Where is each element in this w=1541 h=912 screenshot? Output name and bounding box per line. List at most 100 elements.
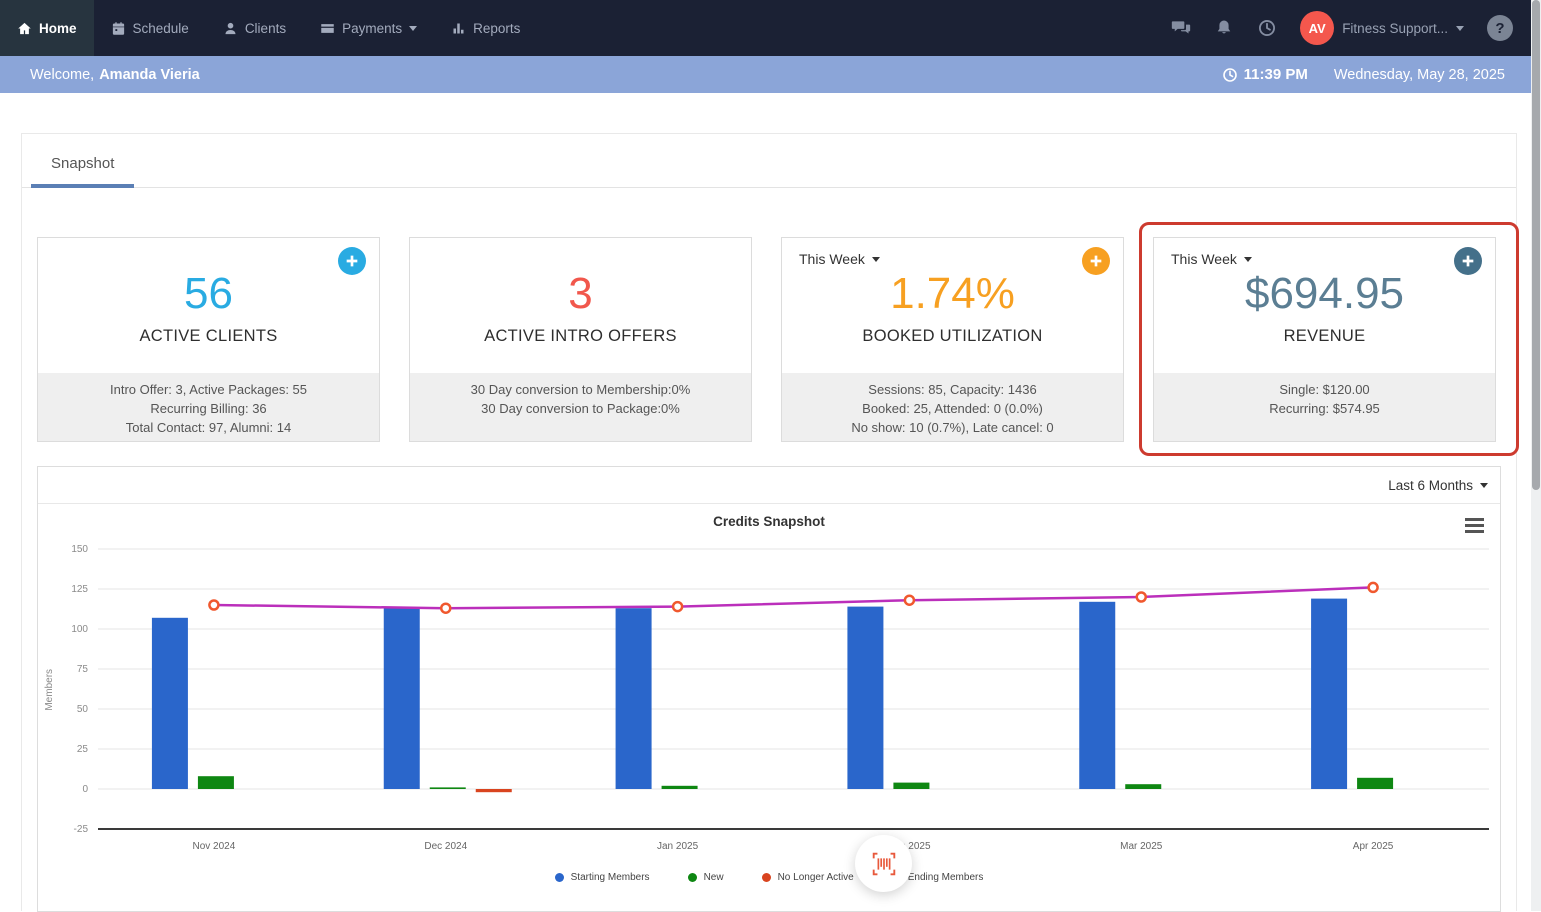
svg-text:75: 75 [77,664,89,675]
history-button[interactable] [1257,18,1277,38]
stat-cards-row: 56 ACTIVE CLIENTS Intro Offer: 3, Active… [22,188,1516,442]
card-top: 56 ACTIVE CLIENTS [38,238,379,373]
legend-item[interactable]: Starting Members [555,872,650,883]
nav-item-clients[interactable]: Clients [206,0,303,56]
legend-item[interactable]: No Longer Active [762,872,854,883]
stat-value: 3 [568,272,592,316]
tab-bar: Snapshot [22,134,1516,188]
main-panel: Snapshot 56 ACTIVE CLIENTS Intro Offer: … [21,133,1517,911]
svg-text:125: 125 [71,584,88,595]
plus-icon [1460,253,1476,269]
greeting-text: Welcome, [30,67,94,83]
avatar[interactable]: AV [1300,11,1334,45]
footer-line: Sessions: 85, Capacity: 1436 [782,380,1123,399]
svg-text:Mar 2025: Mar 2025 [1120,841,1163,852]
credits-snapshot-panel: Last 6 Months Credits Snapshot 150 125 100… [37,466,1501,912]
stat-label: BOOKED UTILIZATION [862,327,1042,346]
svg-text:150: 150 [71,544,88,555]
scrollbar-thumb[interactable] [1532,0,1540,490]
footer-line: Recurring: $574.95 [1154,399,1495,418]
nav-item-label: Schedule [133,21,189,36]
svg-text:Dec 2024: Dec 2024 [424,841,467,852]
time-text: 11:39 PM [1244,66,1308,83]
plus-icon [1088,253,1104,269]
nav-menu: Home Schedule Clients Payments Reports [0,0,537,56]
user-name: Amanda Vieria [99,67,199,83]
vertical-scrollbar[interactable] [1531,0,1541,911]
chat-icon [1171,18,1191,38]
stat-label: ACTIVE CLIENTS [139,327,277,346]
chart-title: Credits Snapshot [38,514,1500,529]
clock-icon [1222,67,1238,83]
add-button[interactable] [338,247,366,275]
chart-header: Last 6 Months [38,467,1500,504]
footer-line: 30 Day conversion to Package:0% [410,399,751,418]
legend-label: No Longer Active [778,872,854,883]
legend-dot [688,873,697,882]
svg-text:Jan 2025: Jan 2025 [657,841,699,852]
nav-item-label: Clients [245,21,286,36]
legend-label: Ending Members [908,872,984,883]
svg-text:50: 50 [77,704,89,715]
legend-label: New [704,872,724,883]
footer-line: Booked: 25, Attended: 0 (0.0%) [782,399,1123,418]
chevron-down-icon [409,26,417,31]
tab-snapshot[interactable]: Snapshot [31,140,134,188]
legend-dot [762,873,771,882]
chevron-down-icon [1244,257,1252,262]
notifications-button[interactable] [1214,18,1234,38]
card-top: This Week $694.95 REVENUE [1154,238,1495,373]
nav-actions: AV Fitness Support... ? [1171,0,1541,56]
chevron-down-icon [1456,26,1464,31]
chevron-down-icon [1480,483,1488,488]
card-top: This Week 1.74% BOOKED UTILIZATION [782,238,1123,373]
chart-legend: Starting Members New No Longer Active Endin… [38,872,1500,883]
add-button[interactable] [1082,247,1110,275]
legend-label: Starting Members [571,872,650,883]
help-button[interactable]: ? [1487,15,1513,41]
period-label: This Week [1171,251,1237,267]
legend-item[interactable]: New [688,872,724,883]
credit-card-icon [320,21,335,36]
nav-item-reports[interactable]: Reports [434,0,537,56]
chart-menu-button[interactable] [1465,518,1484,533]
stat-value: 56 [184,272,233,316]
legend-dot [555,873,564,882]
period-label: This Week [799,251,865,267]
svg-text:0: 0 [82,784,88,795]
booked-utilization-card: This Week 1.74% BOOKED UTILIZATION Sessi… [781,237,1124,442]
svg-text:Apr 2025: Apr 2025 [1353,841,1394,852]
messages-button[interactable] [1171,18,1191,38]
scanner-badge-button[interactable] [855,835,912,892]
account-menu[interactable]: AV Fitness Support... [1300,11,1464,45]
current-time: 11:39 PM [1222,66,1308,83]
credits-chart: 1501251007550250-25MembersNov 2024Dec 20… [38,534,1498,864]
clock-icon [1257,18,1277,38]
account-name: Fitness Support... [1342,21,1448,36]
chevron-down-icon [872,257,880,262]
svg-text:100: 100 [71,624,88,635]
welcome-message: Welcome, Amanda Vieria [30,67,200,83]
bell-icon [1214,18,1234,38]
card-footer: Sessions: 85, Capacity: 1436 Booked: 25,… [782,373,1123,441]
active-intro-offers-card: 3 ACTIVE INTRO OFFERS 30 Day conversion … [409,237,752,442]
nav-item-payments[interactable]: Payments [303,0,434,56]
stat-value: $694.95 [1245,272,1404,316]
add-button[interactable] [1454,247,1482,275]
nav-item-home[interactable]: Home [0,0,94,56]
period-dropdown[interactable]: This Week [1171,251,1252,267]
footer-line: No show: 10 (0.7%), Late cancel: 0 [782,418,1123,437]
svg-text:25: 25 [77,744,89,755]
top-navbar: Home Schedule Clients Payments Reports [0,0,1541,56]
footer-line: Single: $120.00 [1154,380,1495,399]
welcome-bar: Welcome, Amanda Vieria 11:39 PM Wednesda… [0,56,1541,93]
range-selector-dropdown[interactable]: Last 6 Months [1388,478,1488,493]
card-footer: 30 Day conversion to Membership:0% 30 Da… [410,373,751,441]
card-footer: Intro Offer: 3, Active Packages: 55 Recu… [38,373,379,441]
nav-item-label: Reports [473,21,520,36]
person-icon [223,21,238,36]
nav-item-schedule[interactable]: Schedule [94,0,206,56]
period-dropdown[interactable]: This Week [799,251,880,267]
datetime-group: 11:39 PM Wednesday, May 28, 2025 [1222,66,1505,83]
calendar-icon [111,21,126,36]
